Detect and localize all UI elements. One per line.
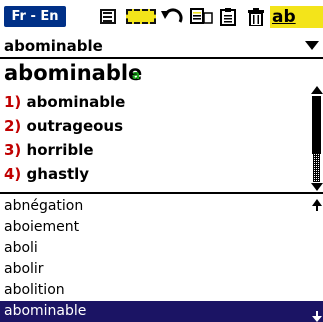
sense-number: 4) — [4, 165, 22, 183]
list-item[interactable]: abolir — [0, 259, 323, 280]
sense-item[interactable]: 1) abominable — [4, 92, 125, 112]
headword: abominable — [4, 61, 143, 85]
back-arrow-icon[interactable] — [160, 8, 184, 26]
list-item-selected[interactable]: abominable — [0, 301, 323, 322]
list-scroll-down-icon[interactable] — [312, 316, 322, 322]
sense-item[interactable]: 2) outrageous — [4, 116, 123, 136]
trash-icon[interactable] — [247, 8, 265, 26]
sense-text: horrible — [26, 141, 94, 159]
sense-number: 1) — [4, 93, 22, 111]
sense-text: outrageous — [26, 117, 124, 135]
sense-number: 2) — [4, 117, 22, 135]
font-label: ab — [272, 7, 296, 27]
divider — [0, 192, 323, 194]
sense-text: abominable — [26, 93, 126, 111]
word-list: abnégation aboiement aboli abolir abolit… — [0, 196, 323, 322]
language-tab[interactable]: Fr - En — [4, 6, 66, 27]
definition-area: abominable a 1) abominable 2) outrageous… — [0, 60, 305, 183]
sense-item[interactable]: 3) horrible — [4, 140, 94, 160]
scroll-track[interactable] — [313, 154, 320, 182]
list-item[interactable]: abnégation — [0, 196, 323, 217]
scroll-up-icon[interactable] — [311, 86, 323, 94]
search-input[interactable] — [4, 35, 294, 57]
dropdown-arrow-icon[interactable] — [305, 41, 319, 50]
scroll-down-icon[interactable] — [311, 183, 323, 191]
search-row — [0, 35, 323, 57]
clipboard-icon[interactable] — [218, 8, 242, 26]
search-underline — [0, 57, 323, 59]
definition-scrollbar[interactable] — [310, 86, 323, 192]
scroll-thumb[interactable] — [312, 96, 321, 154]
list-item[interactable]: abolition — [0, 280, 323, 301]
list-icon[interactable] — [98, 8, 120, 26]
sense-text: ghastly — [26, 165, 90, 183]
toolbar: Fr - En ab — [0, 0, 323, 30]
sense-item[interactable]: 4) ghastly — [4, 164, 89, 184]
list-item[interactable]: aboiement — [0, 217, 323, 238]
history-icon[interactable] — [189, 8, 213, 26]
font-icon[interactable]: ab — [270, 6, 323, 28]
part-of-speech: a — [132, 68, 141, 82]
list-item[interactable]: aboli — [0, 238, 323, 259]
highlight-icon[interactable] — [126, 8, 156, 26]
list-scroll-up-stem — [316, 205, 318, 211]
sense-number: 3) — [4, 141, 22, 159]
